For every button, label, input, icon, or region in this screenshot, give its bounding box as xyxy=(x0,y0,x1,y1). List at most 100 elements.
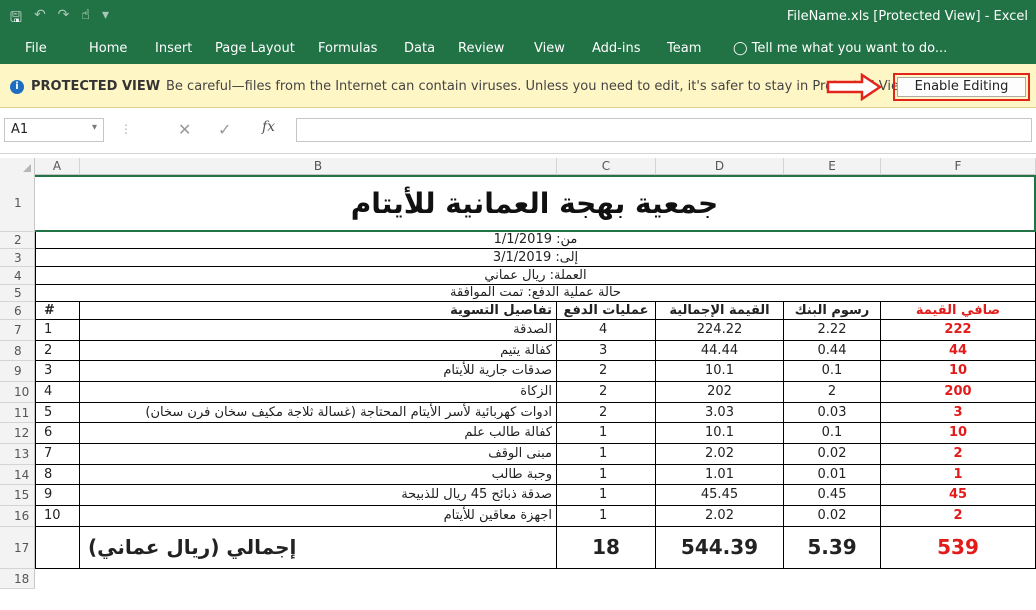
cell-ops[interactable]: 1 xyxy=(557,423,656,444)
header-total[interactable]: القيمة الإجمالية xyxy=(656,302,784,320)
tab-formulas[interactable]: Formulas xyxy=(318,41,377,56)
cell-details[interactable]: ادوات كهربائية لأسر الأيتام المحتاجة (غس… xyxy=(80,403,557,423)
cell-fees[interactable]: 0.45 xyxy=(784,485,881,506)
header-details[interactable]: تفاصيل التسوية xyxy=(80,302,557,320)
cell-fees[interactable]: 0.1 xyxy=(784,423,881,444)
cell-net[interactable]: 10 xyxy=(881,361,1036,382)
cell-details[interactable]: مبنى الوقف xyxy=(80,444,557,465)
cell-num[interactable]: 4 xyxy=(35,382,80,403)
cell-total[interactable]: 202 xyxy=(656,382,784,403)
cell-num[interactable]: 9 xyxy=(35,485,80,506)
tab-add-ins[interactable]: Add-ins xyxy=(592,41,640,56)
totals-total[interactable]: 544.39 xyxy=(656,527,784,569)
cell-details[interactable]: الزكاة xyxy=(80,382,557,403)
cell-fees[interactable]: 2 xyxy=(784,382,881,403)
cell-num[interactable]: 2 xyxy=(35,341,80,361)
row-header[interactable]: 7 xyxy=(0,320,35,341)
column-header-f[interactable]: F xyxy=(881,158,1036,175)
column-header-c[interactable]: C xyxy=(557,158,656,175)
tab-view[interactable]: View xyxy=(534,41,565,56)
cancel-icon[interactable]: ✕ xyxy=(178,120,191,139)
cell-num[interactable]: 1 xyxy=(35,320,80,341)
totals-net[interactable]: 539 xyxy=(881,527,1036,569)
cell-total[interactable]: 224.22 xyxy=(656,320,784,341)
row-header[interactable]: 4 xyxy=(0,267,35,285)
tab-team[interactable]: Team xyxy=(667,41,701,56)
cell-net[interactable]: 2 xyxy=(881,506,1036,527)
worksheet-grid[interactable]: A B C D E F 1 2 3 4 5 6 7 8 9 10 11 12 1… xyxy=(0,158,1036,610)
row-header[interactable]: 10 xyxy=(0,382,35,403)
column-header-d[interactable]: D xyxy=(656,158,784,175)
header-num[interactable]: # xyxy=(35,302,80,320)
cell-total[interactable]: 3.03 xyxy=(656,403,784,423)
cell-ops[interactable]: 3 xyxy=(557,341,656,361)
row-header[interactable]: 8 xyxy=(0,341,35,361)
cell-num[interactable] xyxy=(35,527,80,569)
cell-num[interactable]: 7 xyxy=(35,444,80,465)
column-header-e[interactable]: E xyxy=(784,158,881,175)
cell-details[interactable]: كفالة طالب علم xyxy=(80,423,557,444)
cell-net[interactable]: 10 xyxy=(881,423,1036,444)
cell-details[interactable]: اجهزة معاقين للأيتام xyxy=(80,506,557,527)
totals-ops[interactable]: 18 xyxy=(557,527,656,569)
totals-label[interactable]: إجمالي (ريال عماني) xyxy=(80,527,557,569)
cell-ops[interactable]: 2 xyxy=(557,403,656,423)
cell-total[interactable]: 10.1 xyxy=(656,361,784,382)
cell-num[interactable]: 10 xyxy=(35,506,80,527)
column-header-a[interactable]: A xyxy=(35,158,80,175)
cell-ops[interactable]: 2 xyxy=(557,361,656,382)
cell-fees[interactable]: 0.1 xyxy=(784,361,881,382)
totals-fees[interactable]: 5.39 xyxy=(784,527,881,569)
tell-me-box[interactable]: ◯ Tell me what you want to do... xyxy=(733,41,947,56)
sheet-title[interactable]: جمعية بهجة العمانية للأيتام xyxy=(35,177,1034,230)
cell-num[interactable]: 6 xyxy=(35,423,80,444)
row-header[interactable]: 17 xyxy=(0,527,35,569)
undo-icon[interactable]: ↶ xyxy=(34,7,46,31)
header-ops[interactable]: عمليات الدفع xyxy=(557,302,656,320)
row-header[interactable]: 3 xyxy=(0,249,35,267)
row-header[interactable]: 2 xyxy=(0,232,35,249)
cell-net[interactable]: 1 xyxy=(881,465,1036,485)
tab-review[interactable]: Review xyxy=(458,41,504,56)
cell-num[interactable]: 8 xyxy=(35,465,80,485)
row-header[interactable]: 16 xyxy=(0,506,35,527)
enter-icon[interactable]: ✓ xyxy=(218,120,231,139)
row-header[interactable]: 6 xyxy=(0,302,35,320)
select-all-button[interactable] xyxy=(0,158,35,175)
cell-fees[interactable]: 0.03 xyxy=(784,403,881,423)
cell-fees[interactable]: 0.01 xyxy=(784,465,881,485)
tab-file[interactable]: File xyxy=(25,41,47,56)
name-box[interactable]: A1 ▾ xyxy=(4,118,104,142)
cell-details[interactable]: صدقة ذبائح 45 ريال للذبيحة xyxy=(80,485,557,506)
cell-details[interactable]: الصدقة xyxy=(80,320,557,341)
cell-net[interactable]: 200 xyxy=(881,382,1036,403)
cell-ops[interactable]: 1 xyxy=(557,506,656,527)
cell-net[interactable]: 3 xyxy=(881,403,1036,423)
cell-details[interactable]: كفالة يتيم xyxy=(80,341,557,361)
touch-mode-icon[interactable]: ☝ xyxy=(81,7,90,31)
row-header[interactable]: 14 xyxy=(0,465,35,485)
cell-total[interactable]: 10.1 xyxy=(656,423,784,444)
tab-home[interactable]: Home xyxy=(89,41,127,56)
cell-total[interactable]: 1.01 xyxy=(656,465,784,485)
row-header[interactable]: 13 xyxy=(0,444,35,465)
cell-net[interactable]: 2 xyxy=(881,444,1036,465)
row-header[interactable]: 15 xyxy=(0,485,35,506)
enable-editing-button[interactable]: Enable Editing xyxy=(897,77,1026,97)
formula-input[interactable] xyxy=(296,118,1032,142)
cell-fees[interactable]: 0.02 xyxy=(784,444,881,465)
cell-net[interactable]: 44 xyxy=(881,341,1036,361)
date-from[interactable]: من: 1/1/2019 xyxy=(35,232,1036,249)
cell-net[interactable]: 45 xyxy=(881,485,1036,506)
header-fees[interactable]: رسوم البنك xyxy=(784,302,881,320)
currency[interactable]: العملة: ريال عماني xyxy=(35,267,1036,285)
cell-fees[interactable]: 0.02 xyxy=(784,506,881,527)
tab-data[interactable]: Data xyxy=(404,41,435,56)
row-header[interactable]: 1 xyxy=(0,175,35,232)
cell-ops[interactable]: 1 xyxy=(557,444,656,465)
cell-fees[interactable]: 2.22 xyxy=(784,320,881,341)
cell-net[interactable]: 222 xyxy=(881,320,1036,341)
cell-total[interactable]: 45.45 xyxy=(656,485,784,506)
payment-status[interactable]: حالة عملية الدفع: تمت الموافقة xyxy=(35,285,1036,302)
row-header[interactable]: 11 xyxy=(0,403,35,423)
